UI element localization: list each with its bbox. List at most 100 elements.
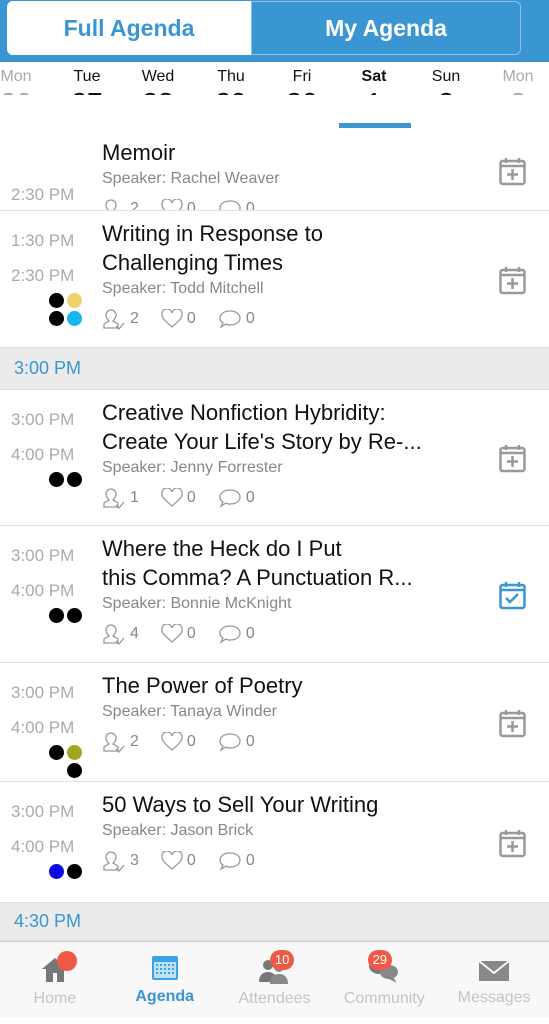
comment-icon (219, 852, 241, 871)
attendee-icon (105, 199, 117, 210)
track-dot (67, 745, 82, 760)
session-title[interactable]: Writing in Response to (102, 219, 323, 248)
session-stats: 2 0 0 (102, 731, 277, 753)
track-dot (67, 763, 82, 778)
heart-icon (161, 624, 183, 643)
like-count[interactable]: 0 (161, 309, 196, 329)
speaker: Speaker: Todd Mitchell (102, 280, 264, 297)
end-time: 4:00 PM (11, 718, 75, 737)
track-dot (49, 864, 64, 879)
session-title[interactable]: this Comma? A Punctuation R... (102, 563, 413, 592)
session-stats: 3 0 0 (102, 850, 277, 872)
track-dot (49, 745, 64, 760)
track-dot (49, 472, 64, 487)
calendar-add-icon[interactable] (499, 709, 526, 743)
like-count[interactable]: 0 (161, 732, 196, 752)
tab-full-agenda[interactable]: Full Agenda (7, 1, 251, 55)
comment-count[interactable]: 0 (218, 732, 255, 752)
session-title[interactable]: The Power of Poetry (102, 671, 303, 700)
session-row[interactable]: 2:30 PM Memoir Speaker: Rachel Weaver 2 0 0 (0, 95, 549, 211)
attendee-count: 2 (102, 731, 139, 753)
session-stats: 2 0 0 (102, 198, 277, 210)
envelope-icon (439, 959, 549, 983)
calendar-add-icon[interactable] (499, 266, 526, 300)
end-time: 2:30 PM (11, 266, 75, 285)
like-count[interactable]: 0 (161, 624, 196, 644)
calendar-add-icon[interactable] (499, 829, 526, 863)
selected-day-indicator (339, 123, 411, 128)
session-stats: 2 0 0 (102, 308, 277, 330)
nav-attendees[interactable]: Attendees 10 (220, 942, 330, 1017)
session-title[interactable]: 50 Ways to Sell Your Writing (102, 790, 378, 819)
time-section-header: 4:30 PM (0, 903, 549, 941)
tab-my-agenda[interactable]: My Agenda (251, 1, 521, 55)
track-dot (67, 293, 82, 308)
track-dot (67, 311, 82, 326)
calendar-check-icon[interactable] (499, 581, 526, 615)
like-count[interactable]: 0 (161, 488, 196, 508)
session-stats: 1 0 0 (102, 487, 277, 509)
nav-messages[interactable]: Messages (439, 942, 549, 1017)
nav-community[interactable]: Community 29 (329, 942, 439, 1017)
attendee-icon (103, 309, 125, 330)
track-dots (32, 745, 82, 781)
track-dots (32, 608, 82, 626)
day-name: Mon (502, 68, 534, 85)
comment-count[interactable]: 0 (218, 199, 255, 210)
like-count[interactable]: 0 (161, 199, 196, 210)
comment-count[interactable]: 0 (218, 488, 255, 508)
session-title[interactable]: Where the Heck do I Put (102, 534, 342, 563)
attendee-icon (103, 851, 125, 872)
time-section-header: 3:00 PM (0, 348, 549, 390)
session-title[interactable]: Creative Nonfiction Hybridity: (102, 398, 386, 427)
nav-label: Messages (457, 989, 531, 1006)
comment-count[interactable]: 0 (218, 851, 255, 871)
start-time: 3:00 PM (11, 546, 75, 565)
attendee-count: 4 (102, 623, 139, 645)
start-time: 3:00 PM (11, 802, 75, 821)
day-name: Sun (431, 68, 461, 85)
attendee-count: 2 (102, 198, 139, 210)
session-row[interactable]: 1:30 PM 2:30 PM Writing in Response to Cha… (0, 211, 549, 348)
start-time: 3:00 PM (11, 410, 75, 429)
day-name: Wed (141, 68, 175, 85)
comment-count[interactable]: 0 (218, 624, 255, 644)
track-dot (67, 864, 82, 879)
speaker: Speaker: Jason Brick (102, 822, 254, 839)
session-row[interactable]: 3:00 PM 4:00 PM 50 Ways to Sell Your Writi… (0, 782, 549, 903)
nav-label: Home (33, 990, 77, 1007)
nav-home[interactable]: Home (0, 942, 110, 1017)
day-name: Tue (73, 68, 101, 85)
end-time: 2:30 PM (11, 185, 75, 204)
session-title[interactable]: Challenging Times (102, 248, 283, 277)
track-dot (67, 472, 82, 487)
comment-icon (219, 200, 241, 210)
bottom-nav: Home Agenda Attendees 10 Community 29 Messages (0, 941, 549, 1017)
calendar-add-icon[interactable] (499, 444, 526, 478)
track-dot (49, 293, 64, 308)
notification-dot (57, 951, 78, 971)
heart-icon (161, 309, 183, 328)
session-row[interactable]: 3:00 PM 4:00 PM The Power of Poetry Speaker… (0, 663, 549, 782)
attendee-icon (103, 488, 125, 509)
day-name: Fri (292, 68, 312, 85)
heart-icon (161, 851, 183, 870)
session-row[interactable]: 3:00 PM 4:00 PM Where the Heck do I Put thi… (0, 526, 549, 663)
comment-count[interactable]: 0 (218, 309, 255, 329)
nav-agenda[interactable]: Agenda (110, 942, 220, 1017)
session-title[interactable]: Memoir (102, 138, 175, 167)
track-dot (49, 311, 64, 326)
session-row[interactable]: 3:00 PM 4:00 PM Creative Nonfiction Hybrid… (0, 390, 549, 526)
calendar-add-icon[interactable] (499, 157, 526, 191)
comment-icon (219, 733, 241, 752)
nav-label: Agenda (135, 988, 195, 1005)
like-count[interactable]: 0 (161, 851, 196, 871)
session-stats: 4 0 0 (102, 623, 277, 645)
track-dot (67, 608, 82, 623)
attendee-icon (103, 732, 125, 753)
end-time: 4:00 PM (11, 837, 75, 856)
session-title[interactable]: Create Your Life's Story by Re-... (102, 427, 422, 456)
agenda-toggle: Full Agenda My Agenda (7, 1, 521, 55)
attendee-count: 2 (102, 308, 139, 330)
day-name: Sat (361, 68, 387, 85)
